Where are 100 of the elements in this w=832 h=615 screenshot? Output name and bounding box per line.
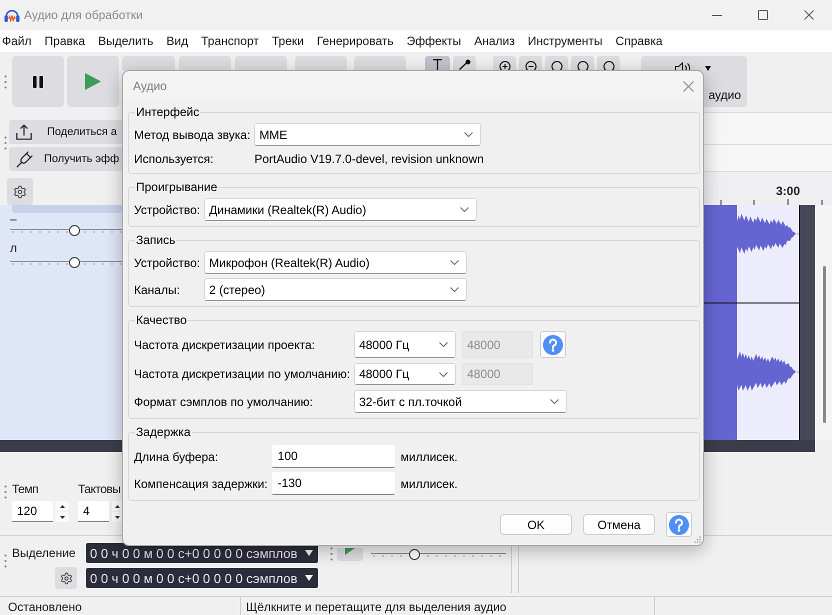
slider-label: – bbox=[10, 214, 17, 224]
minimize-icon bbox=[712, 14, 722, 16]
play-icon bbox=[85, 73, 101, 90]
menu-item[interactable]: Файл bbox=[2, 33, 32, 49]
dropdown[interactable]: Микрофон (Realtek(R) Audio) bbox=[204, 251, 468, 274]
help-icon bbox=[669, 514, 689, 534]
spin-field[interactable]: 4 bbox=[78, 501, 109, 522]
zoom-button[interactable] bbox=[545, 56, 568, 70]
grip-icon[interactable] bbox=[4, 485, 7, 499]
group-title: Интерфейс bbox=[135, 105, 200, 119]
slider-thumb[interactable] bbox=[68, 256, 80, 268]
caret-down-icon bbox=[705, 66, 711, 71]
scrollbar-thumb[interactable] bbox=[823, 266, 826, 423]
grip-icon[interactable] bbox=[4, 136, 7, 150]
field-label: Темп bbox=[12, 481, 38, 497]
chevron-down-icon bbox=[550, 399, 560, 404]
slider-track[interactable] bbox=[371, 548, 506, 560]
toolbar-button[interactable]: Получить эфф bbox=[9, 147, 122, 171]
tool-button[interactable] bbox=[453, 56, 476, 70]
menu-item[interactable]: Треки bbox=[272, 33, 304, 49]
group-title: Качество bbox=[135, 313, 188, 327]
grip-icon[interactable] bbox=[330, 547, 333, 561]
zoom-icon bbox=[576, 60, 588, 70]
ruler-label: 3:00 bbox=[776, 184, 800, 198]
field-label: Устройство: bbox=[134, 254, 200, 272]
play-button[interactable] bbox=[337, 548, 363, 561]
chevron-down-icon bbox=[450, 287, 460, 292]
dropdown[interactable]: 32-бит с пл.точкой bbox=[354, 390, 568, 413]
pause-button[interactable] bbox=[12, 56, 64, 107]
caret-up-icon bbox=[114, 504, 120, 508]
field-label: Каналы: bbox=[134, 282, 180, 298]
spin-up-button[interactable] bbox=[112, 501, 122, 511]
dropdown[interactable]: Динамики (Realtek(R) Audio) bbox=[204, 198, 478, 221]
slider-thumb[interactable] bbox=[409, 548, 420, 560]
track-button[interactable] bbox=[12, 205, 122, 213]
zoom-button[interactable] bbox=[597, 56, 620, 70]
pause-icon bbox=[33, 76, 43, 88]
group-title: Задержка bbox=[135, 425, 192, 439]
slider-thumb[interactable] bbox=[68, 224, 80, 236]
menu-item[interactable]: Правка bbox=[44, 33, 86, 49]
dropdown[interactable]: 48000 Гц bbox=[354, 363, 456, 385]
zoom-button[interactable] bbox=[493, 56, 516, 70]
menu-item[interactable]: Инструменты bbox=[528, 33, 603, 49]
time-display[interactable]: 0 0 ч 0 0 м 0 0 с+0 0 0 0 0 сэмплов bbox=[86, 568, 318, 588]
status-text: Остановлено bbox=[8, 600, 82, 614]
caret-down-icon bbox=[60, 516, 64, 518]
slider-track[interactable] bbox=[10, 256, 122, 268]
grip-icon[interactable] bbox=[4, 554, 7, 568]
toolbar-button[interactable]: Поделиться а bbox=[9, 120, 122, 144]
plug-icon bbox=[16, 150, 34, 168]
draw-tool-icon bbox=[458, 59, 470, 70]
tool-button[interactable] bbox=[425, 56, 450, 70]
resize-grip-icon[interactable] bbox=[694, 536, 701, 543]
text-field[interactable]: -130 bbox=[272, 472, 395, 495]
settings-icon bbox=[13, 184, 27, 198]
menu-item[interactable]: Анализ bbox=[474, 33, 515, 49]
maximize-icon bbox=[758, 10, 768, 20]
chevron-down-icon bbox=[439, 342, 448, 347]
close-icon bbox=[804, 10, 814, 20]
menu-item[interactable]: Генерировать bbox=[316, 33, 394, 49]
zoom-button[interactable] bbox=[519, 56, 542, 70]
dialog-button[interactable]: Отмена bbox=[583, 514, 655, 535]
headphones-icon bbox=[4, 7, 20, 23]
settings-button[interactable] bbox=[7, 178, 33, 205]
zoom-out-icon bbox=[524, 60, 536, 70]
field-label: Частота дискретизации по умолчанию: bbox=[134, 366, 350, 383]
chevron-down-icon bbox=[460, 207, 470, 212]
spin-field[interactable]: 120 bbox=[12, 501, 53, 522]
help-button[interactable] bbox=[540, 331, 566, 358]
caret-down-icon bbox=[305, 550, 313, 556]
field-label: Метод вывода звука: bbox=[134, 126, 250, 144]
dropdown[interactable]: 2 (стерео) bbox=[204, 278, 468, 301]
help-icon bbox=[543, 334, 564, 354]
settings-button[interactable] bbox=[55, 567, 77, 589]
menu-item[interactable]: Вид bbox=[166, 33, 188, 49]
slider-track[interactable] bbox=[10, 224, 122, 236]
text-field[interactable]: 100 bbox=[272, 445, 395, 468]
close-icon bbox=[682, 80, 694, 92]
menu-item[interactable]: Эффекты bbox=[406, 33, 462, 49]
field-label: Длина буфера: bbox=[134, 448, 218, 466]
play-icon bbox=[345, 548, 355, 555]
unit-label: миллисек. bbox=[400, 448, 458, 466]
zoom-button[interactable] bbox=[571, 56, 594, 70]
chevron-down-icon bbox=[439, 372, 448, 376]
chevron-down-icon bbox=[450, 260, 460, 265]
spin-down-button[interactable] bbox=[55, 512, 69, 522]
menu-item[interactable]: Выделить bbox=[98, 33, 154, 49]
zoom-icon bbox=[602, 60, 614, 70]
menu-item[interactable]: Транспорт bbox=[201, 33, 259, 49]
dropdown[interactable]: 48000 Гц bbox=[354, 331, 456, 358]
caret-down-icon bbox=[114, 516, 120, 518]
spin-down-button[interactable] bbox=[112, 512, 122, 522]
spin-up-button[interactable] bbox=[55, 501, 69, 511]
grip-icon[interactable] bbox=[4, 75, 7, 89]
field-label: Устройство: bbox=[134, 202, 200, 218]
dialog-button[interactable]: OK bbox=[500, 514, 572, 535]
dropdown[interactable]: MME bbox=[254, 123, 482, 146]
help-button[interactable] bbox=[666, 512, 692, 537]
zoom-in-icon bbox=[498, 60, 510, 70]
menu-item[interactable]: Справка bbox=[616, 33, 663, 49]
